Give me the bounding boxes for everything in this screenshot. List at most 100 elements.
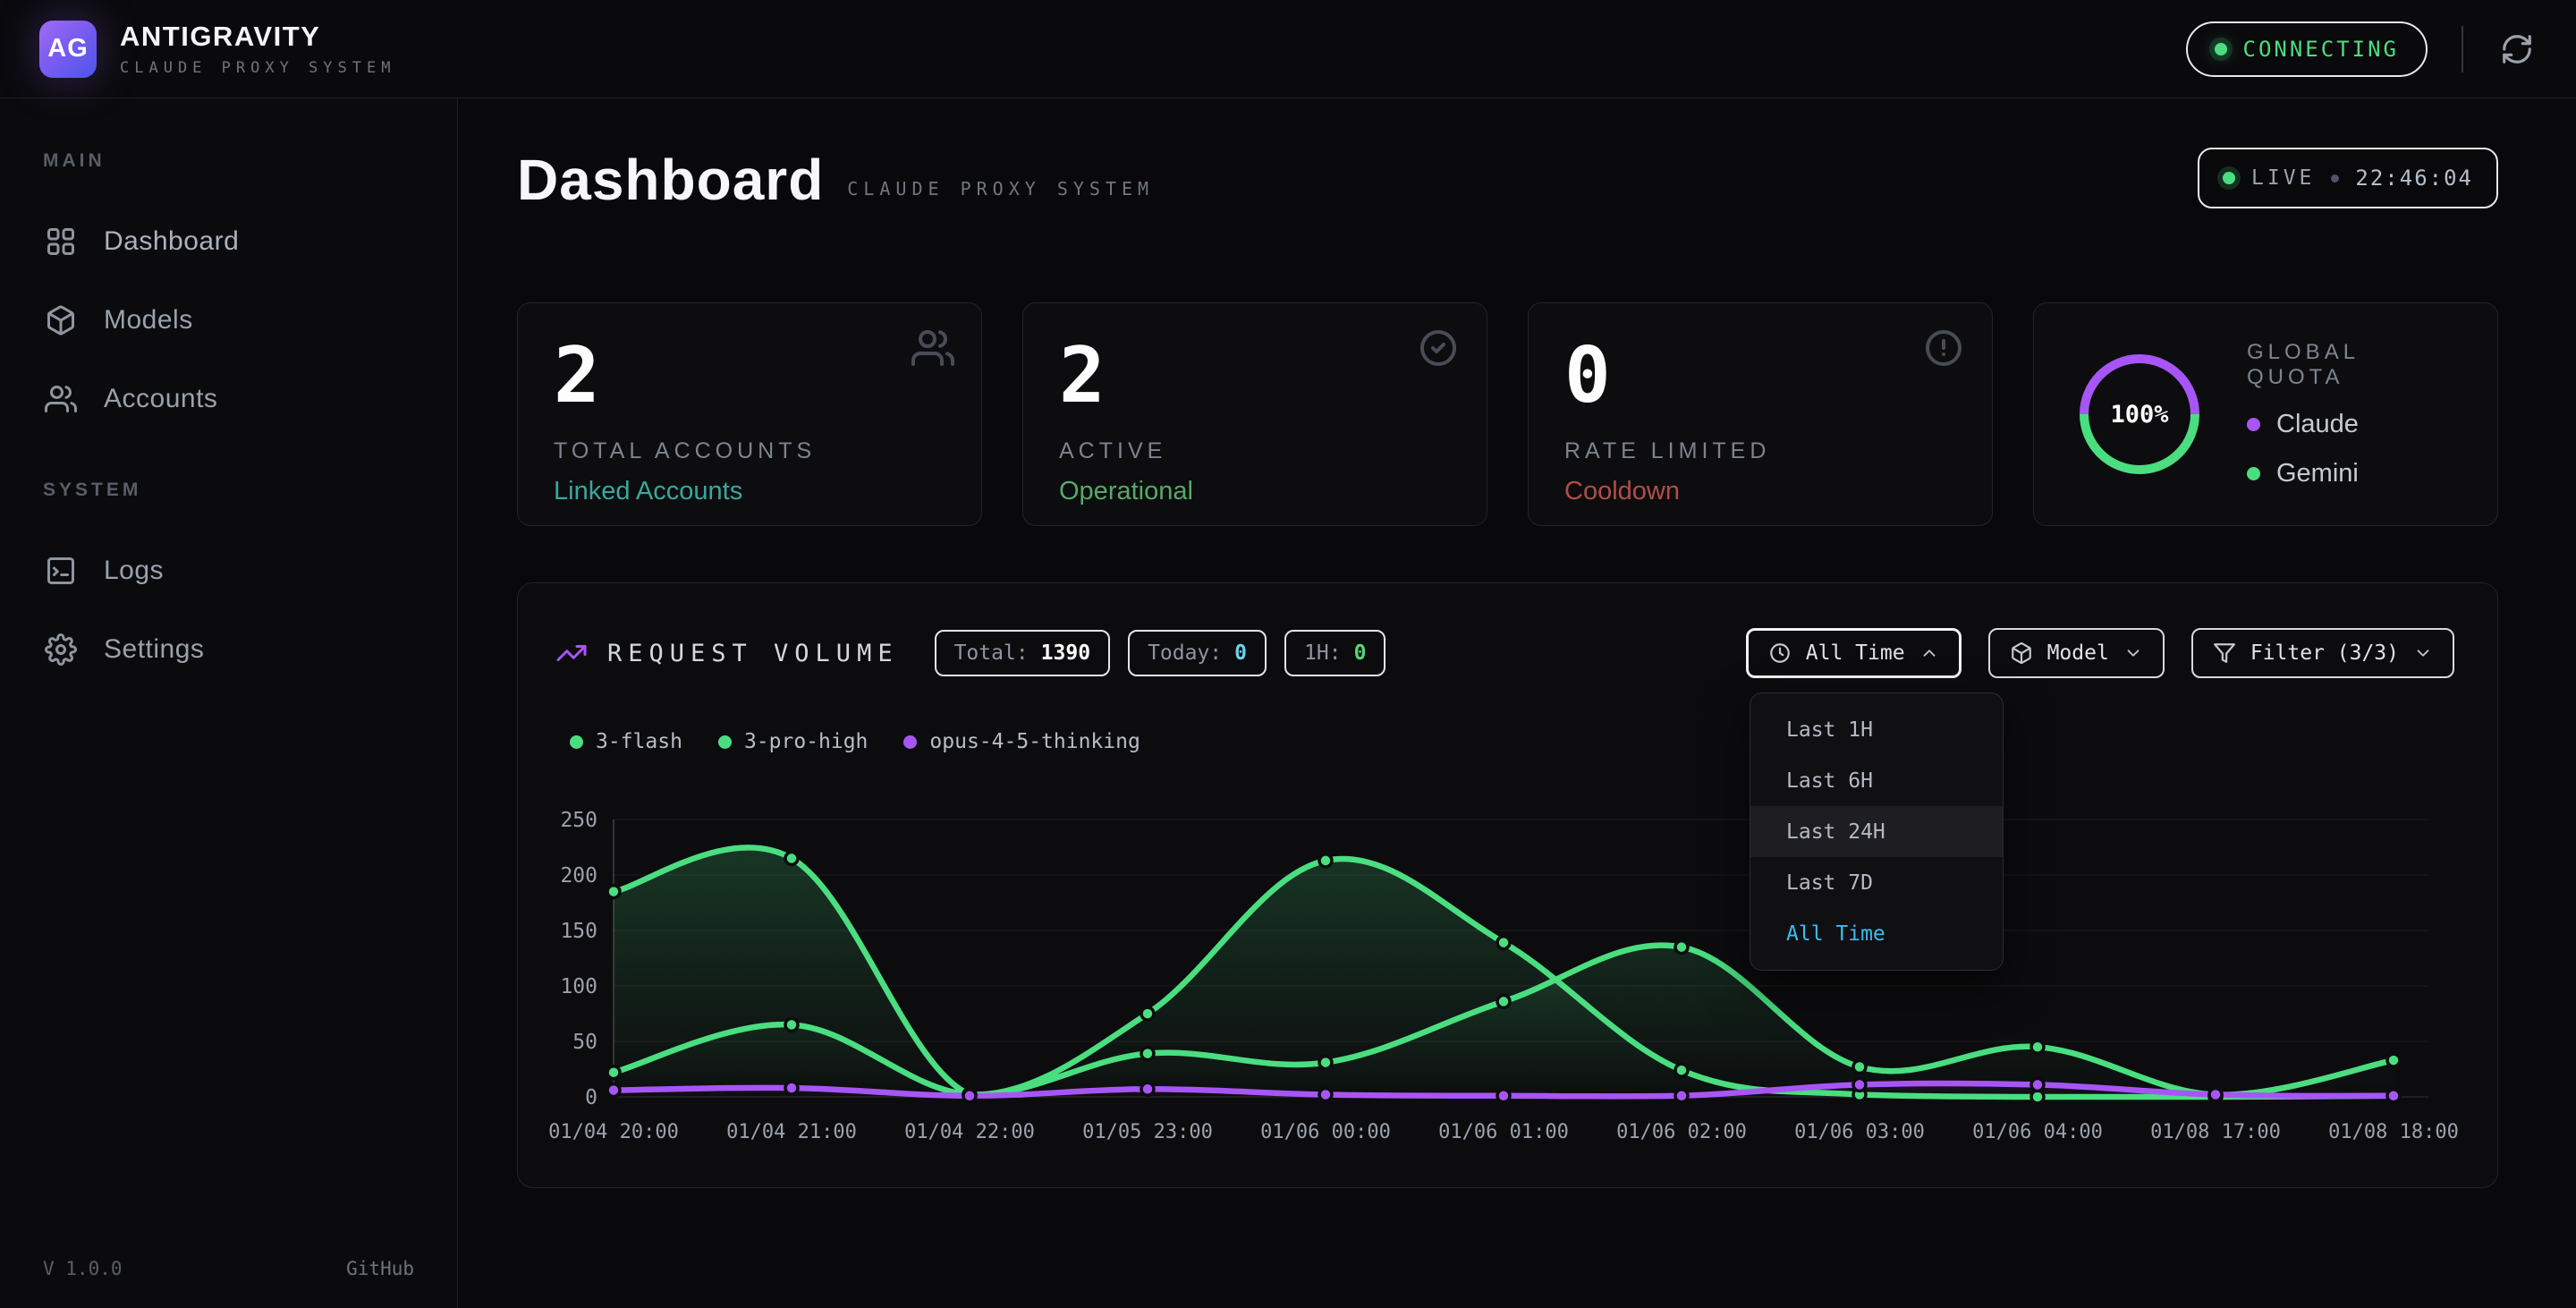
svg-text:01/08 18:00: 01/08 18:00 (2328, 1121, 2459, 1143)
control-label: Filter (3/3) (2250, 641, 2399, 665)
version-label: V 1.0.0 (43, 1258, 123, 1279)
badge-value: 1390 (1041, 641, 1090, 665)
legend-item-3-flash[interactable]: 3-flash (570, 730, 682, 753)
legend-item-3-pro-high[interactable]: 3-pro-high (718, 730, 868, 753)
line-chart-svg: 05010015020025001/04 20:0001/04 21:0001/… (519, 800, 2498, 1176)
app-title: ANTIGRAVITY (120, 21, 395, 53)
legend-dot-icon (718, 735, 732, 749)
stat-value: 0 (1564, 334, 1956, 419)
sidebar-footer: V 1.0.0 GitHub (43, 1258, 414, 1279)
dropdown-option-last-7d[interactable]: Last 7D (1750, 857, 2003, 908)
topbar-divider (2462, 26, 2463, 72)
status-dot-icon (2215, 43, 2227, 55)
page-title: Dashboard (517, 151, 824, 208)
cube-icon (45, 304, 77, 336)
all-time-button[interactable]: All Time (1746, 628, 1962, 678)
svg-text:250: 250 (560, 809, 597, 832)
live-badge: LIVE 22:46:04 (2198, 148, 2498, 208)
dropdown-option-all-time[interactable]: All Time (1750, 908, 2003, 959)
stat-badges: Total: 1390 Today: 01H:0 (935, 630, 1386, 676)
users-icon (911, 327, 954, 369)
sidebar-item-label: Accounts (104, 384, 217, 414)
sidebar-section-system: SYSTEM Logs Settings (30, 480, 427, 689)
legend-dot-icon (2247, 467, 2260, 480)
users-icon (45, 383, 77, 415)
sidebar-item-accounts[interactable]: Accounts (30, 360, 427, 438)
dropdown-option-last-1h[interactable]: Last 1H (1750, 704, 2003, 755)
chevron-up-icon (1919, 643, 1939, 663)
grid-icon (45, 225, 77, 258)
chart-controls: All Time Model Filter (3/3) (1746, 628, 2454, 678)
filter-3-3--button[interactable]: Filter (3/3) (2191, 628, 2454, 678)
legend-item-opus-4-5-thinking[interactable]: opus-4-5-thinking (903, 730, 1140, 753)
sidebar-item-label: Logs (104, 556, 164, 586)
badge-label: Total: (954, 641, 1029, 665)
svg-text:200: 200 (560, 864, 597, 888)
chevron-down-icon (2123, 643, 2143, 663)
check-circle-icon (1417, 327, 1460, 369)
terminal-icon (45, 555, 77, 587)
svg-text:01/04 22:00: 01/04 22:00 (904, 1121, 1035, 1143)
sidebar-item-models[interactable]: Models (30, 281, 427, 360)
svg-text:01/04 21:00: 01/04 21:00 (726, 1121, 857, 1143)
clock-icon (1768, 641, 1792, 665)
quota-percent: 100% (2070, 344, 2209, 484)
stat-value: 2 (554, 334, 945, 419)
badge-value: 0 (1354, 641, 1367, 665)
volume-badge-1h: 1H:0 (1284, 630, 1385, 676)
svg-text:01/05 23:00: 01/05 23:00 (1082, 1121, 1213, 1143)
quota-legend-name: Gemini (2276, 459, 2359, 488)
sidebar-item-dashboard[interactable]: Dashboard (30, 202, 427, 281)
page-subtitle: CLAUDE PROXY SYSTEM (847, 178, 1154, 200)
top-bar: AG ANTIGRAVITY CLAUDE PROXY SYSTEM CONNE… (0, 0, 2576, 98)
quota-legend-item: Gemini (2247, 459, 2462, 488)
sidebar-item-logs[interactable]: Logs (30, 531, 427, 610)
svg-text:01/06 04:00: 01/06 04:00 (1972, 1121, 2103, 1143)
chart-legend: 3-flash 3-pro-high opus-4-5-thinking (570, 730, 2454, 753)
gear-icon (45, 633, 77, 666)
svg-text:100: 100 (560, 975, 597, 998)
legend-dot-icon (570, 735, 583, 749)
control-label: All Time (1806, 641, 1905, 665)
github-link[interactable]: GitHub (346, 1258, 414, 1279)
live-dot-icon (2223, 172, 2235, 184)
sidebar-section-label: SYSTEM (43, 480, 427, 501)
chevron-down-icon (2413, 643, 2433, 663)
brand: ANTIGRAVITY CLAUDE PROXY SYSTEM (120, 21, 395, 77)
stat-card-active: 2ACTIVEOperational (1022, 302, 1487, 526)
legend-series-name: 3-pro-high (744, 730, 868, 753)
quota-legend-name: Claude (2276, 410, 2359, 439)
svg-text:150: 150 (560, 920, 597, 943)
refresh-button[interactable] (2497, 30, 2537, 69)
sidebar-item-label: Settings (104, 634, 204, 665)
badge-label: Today: (1148, 641, 1222, 665)
time-range-dropdown: Last 1HLast 6HLast 24HLast 7DAll Time (1750, 692, 2004, 971)
funnel-icon (2213, 641, 2236, 665)
page-header: Dashboard CLAUDE PROXY SYSTEM LIVE 22:46… (517, 148, 2498, 208)
volume-badge-total: Total: 1390 (935, 630, 1110, 676)
request-volume-panel: REQUEST VOLUME Total:1390Today:01H:0 All… (517, 582, 2498, 1188)
svg-text:0: 0 (585, 1086, 597, 1109)
svg-text:01/06 00:00: 01/06 00:00 (1260, 1121, 1391, 1143)
trending-up-icon (555, 637, 588, 669)
stat-sub-label: Cooldown (1564, 477, 1956, 506)
panel-header: REQUEST VOLUME Total: 1390 Today: 01H:0 All… (555, 628, 2454, 678)
sidebar-section-label: MAIN (43, 150, 427, 172)
dropdown-option-last-6h[interactable]: Last 6H (1750, 755, 2003, 806)
quota-legend-item: Claude (2247, 410, 2462, 439)
control-label: Model (2047, 641, 2109, 665)
model-button[interactable]: Model (1988, 628, 2165, 678)
sidebar-item-label: Dashboard (104, 226, 239, 257)
svg-text:01/06 03:00: 01/06 03:00 (1794, 1121, 1925, 1143)
sidebar-item-settings[interactable]: Settings (30, 610, 427, 689)
dropdown-option-last-24h[interactable]: Last 24H (1750, 806, 2003, 857)
stat-card-total-accounts: 2TOTAL ACCOUNTSLinked Accounts (517, 302, 982, 526)
clock-value: 22:46:04 (2355, 166, 2473, 191)
sidebar-section-main: MAIN Dashboard Models Accounts (30, 150, 427, 438)
global-quota-card: 100%GLOBAL QUOTAClaudeGemini (2033, 302, 2498, 526)
svg-text:01/06 01:00: 01/06 01:00 (1438, 1121, 1569, 1143)
app-logo: AG (39, 21, 97, 78)
stat-label: RATE LIMITED (1564, 438, 1956, 464)
stat-value: 2 (1059, 334, 1451, 419)
panel-title: REQUEST VOLUME (607, 640, 899, 667)
